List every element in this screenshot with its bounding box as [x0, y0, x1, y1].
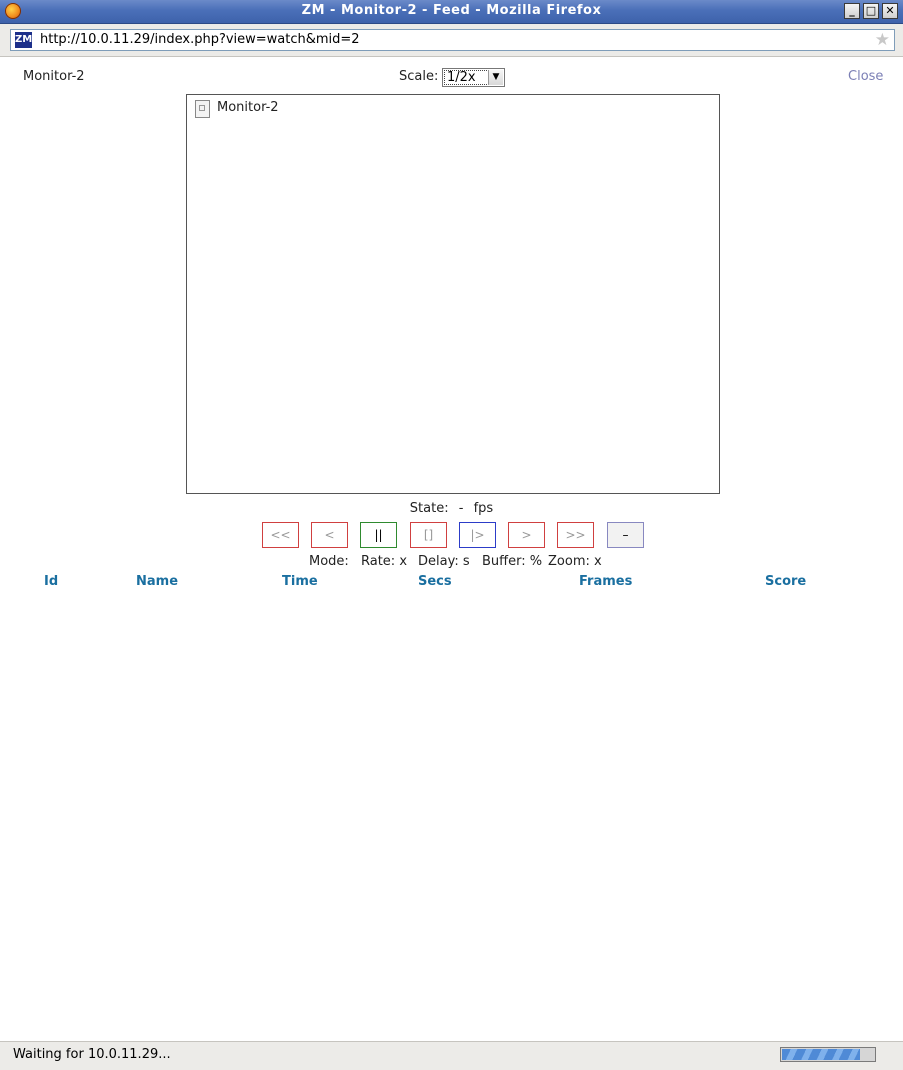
zoom-out-button[interactable]: – — [607, 522, 644, 548]
url-field[interactable]: ZM http://10.0.11.29/index.php?view=watc… — [10, 29, 895, 51]
minimize-button[interactable]: _ — [844, 3, 860, 19]
fast-rewind-button[interactable]: << — [262, 522, 299, 548]
delay-text: Delay: s — [418, 554, 470, 569]
monitor-feed-image: Monitor-2 — [186, 94, 720, 494]
column-header-frames[interactable]: Frames — [579, 574, 632, 589]
column-header-score[interactable]: Score — [765, 574, 806, 589]
rate-text: Rate: x — [361, 554, 408, 569]
monitor-name: Monitor-2 — [23, 69, 85, 84]
mode-row: Mode: Rate: x Delay: s Buffer: % Zoom: x — [0, 554, 903, 570]
loading-progress-bar — [780, 1047, 876, 1062]
maximize-button[interactable]: □ — [863, 3, 879, 19]
close-window-button[interactable]: ✕ — [882, 3, 898, 19]
column-header-secs[interactable]: Secs — [418, 574, 452, 589]
site-favicon-icon: ZM — [15, 32, 32, 48]
close-link[interactable]: Close — [848, 69, 883, 84]
mode-text: Mode: — [309, 554, 349, 569]
scale-select-value: 1/2x — [447, 70, 476, 85]
state-row: State: - fps — [0, 501, 903, 516]
status-bar: Waiting for 10.0.11.29... — [0, 1041, 903, 1070]
page-content: Monitor-2 Scale: 1/2x ▼ Close Monitor-2 … — [0, 57, 903, 1041]
stop-button[interactable]: [] — [410, 522, 447, 548]
bookmark-star-icon[interactable]: ★ — [875, 30, 890, 50]
fps-label: fps — [473, 501, 494, 516]
pause-button[interactable]: || — [360, 522, 397, 548]
scale-select[interactable]: 1/2x ▼ — [442, 68, 505, 87]
playback-controls: << < || [] |> > >> – — [0, 522, 903, 548]
slow-forward-button[interactable]: > — [508, 522, 545, 548]
location-bar: ZM http://10.0.11.29/index.php?view=watc… — [0, 24, 903, 57]
events-table-header: Id Name Time Secs Frames Score — [0, 574, 903, 590]
scale-label: Scale: — [399, 69, 439, 84]
state-label: State: — [409, 501, 449, 516]
progress-fill — [782, 1049, 860, 1060]
feed-alt-text: Monitor-2 — [217, 100, 279, 115]
state-value: - — [458, 501, 464, 516]
column-header-time[interactable]: Time — [282, 574, 318, 589]
window-title: ZM - Monitor-2 - Feed - Mozilla Firefox — [301, 3, 602, 18]
zoom-text: Zoom: x — [548, 554, 602, 569]
status-text: Waiting for 10.0.11.29... — [13, 1047, 171, 1062]
broken-image-icon — [195, 100, 210, 118]
window-title-bar: ZM - Monitor-2 - Feed - Mozilla Firefox … — [0, 0, 903, 24]
slow-rewind-button[interactable]: < — [311, 522, 348, 548]
fast-forward-button[interactable]: >> — [557, 522, 594, 548]
column-header-name[interactable]: Name — [136, 574, 178, 589]
buffer-text: Buffer: % — [482, 554, 543, 569]
play-button[interactable]: |> — [459, 522, 496, 548]
url-text[interactable]: http://10.0.11.29/index.php?view=watch&m… — [40, 32, 360, 47]
column-header-id[interactable]: Id — [44, 574, 58, 589]
chevron-down-icon[interactable]: ▼ — [488, 70, 503, 85]
